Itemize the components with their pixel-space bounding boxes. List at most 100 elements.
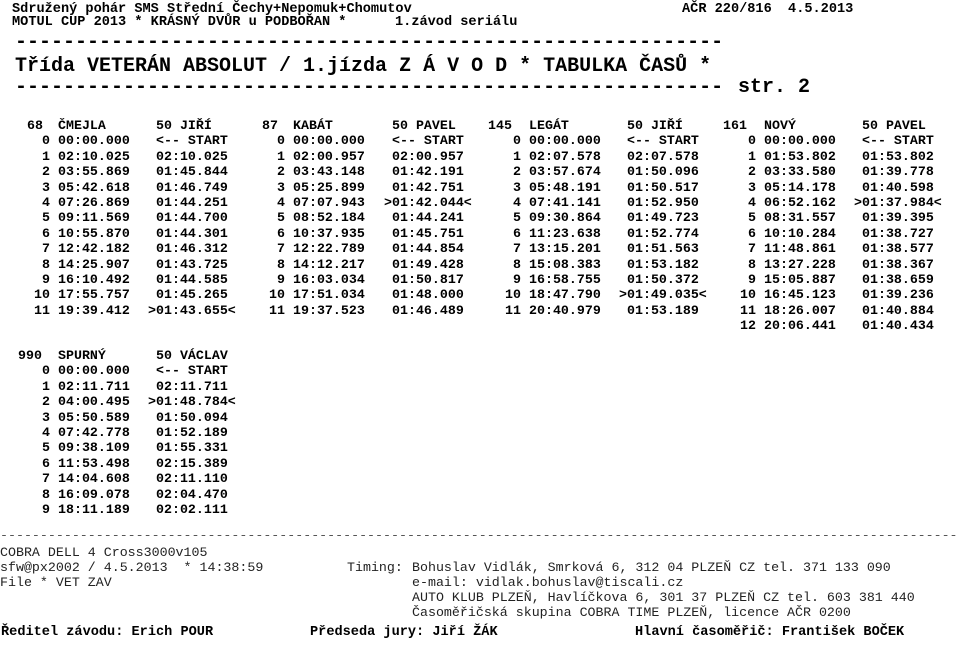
lap-number: 10 — [269, 287, 285, 303]
lap-number: 5 — [42, 440, 50, 456]
lap-time: 02:15.389 — [156, 455, 228, 471]
total-time: 07:26.869 — [58, 195, 130, 210]
lap-time: 01:40.434 — [862, 318, 934, 334]
lap-number: 6 — [513, 225, 521, 241]
start-number: 990 — [18, 348, 42, 363]
software-info: sfw@px2002 / 4.5.2013 * 14:38:59 — [0, 560, 264, 575]
lap-number: 9 — [42, 272, 50, 287]
lap-number: 0 — [513, 133, 521, 149]
lap-number: 7 — [42, 241, 50, 257]
lap-time: 01:53.182 — [627, 256, 699, 272]
lap-number: 0 — [42, 133, 50, 149]
lap-time: >01:48.784< — [148, 394, 236, 410]
lap-time: 01:40.884 — [862, 302, 934, 318]
total-time: 10:37.935 — [293, 225, 365, 241]
total-time: 00:00.000 — [293, 133, 365, 149]
total-time: 19:37.523 — [293, 302, 365, 318]
lap-number: 3 — [513, 179, 521, 195]
total-time: 08:52.184 — [293, 210, 365, 226]
lap-number: 8 — [513, 256, 521, 272]
total-time: 14:04.608 — [58, 471, 130, 487]
round-label: 1.závod seriálu — [395, 15, 518, 30]
total-time: 05:42.618 — [58, 179, 130, 195]
total-time: 03:57.674 — [529, 164, 601, 180]
total-time: 02:00.957 — [293, 148, 365, 164]
lap-number: 3 — [42, 409, 50, 425]
lap-time: 01:44.700 — [156, 210, 228, 226]
lap-number: 9 — [277, 272, 285, 287]
lap-time: 02:11.711 — [156, 378, 228, 394]
lap-time: 01:38.577 — [862, 241, 934, 257]
lap-time: 01:39.236 — [862, 287, 934, 303]
lap-number: 2 — [748, 164, 756, 180]
lap-time: 01:38.727 — [862, 225, 934, 241]
lap-number: 5 — [748, 210, 756, 226]
lap-time: 02:00.957 — [392, 148, 464, 164]
driver-surname: LEGÁT — [529, 118, 569, 133]
lap-time: <-- START — [392, 133, 464, 149]
total-time: 18:47.790 — [529, 287, 601, 303]
lap-time: 01:44.241 — [392, 210, 464, 226]
jury-chair: Předseda jury: Jiří ŽÁK — [310, 625, 498, 640]
start-number: 161 — [723, 118, 747, 133]
lap-number: 1 — [748, 148, 756, 164]
lap-number: 1 — [42, 378, 50, 394]
lap-number: 8 — [42, 256, 50, 272]
lap-time: 01:48.000 — [392, 287, 464, 303]
total-time: 03:55.869 — [58, 164, 130, 180]
lap-number: 1 — [513, 148, 521, 164]
race-director: Ředitel závodu: Erich POUR — [1, 625, 214, 640]
timing-system: COBRA DELL 4 Cross3000v105 — [0, 545, 208, 560]
total-time: 03:33.580 — [764, 164, 836, 180]
total-time: 02:10.025 — [58, 148, 130, 164]
lap-number: 5 — [42, 210, 50, 226]
total-time: 02:11.711 — [58, 378, 130, 394]
total-time: 07:42.778 — [58, 425, 130, 440]
lap-time: 01:44.251 — [156, 195, 228, 210]
total-time: 14:12.217 — [293, 256, 365, 272]
total-time: 12:22.789 — [293, 241, 365, 257]
lap-number: 10 — [505, 287, 521, 303]
lap-number: 6 — [42, 455, 50, 471]
total-time: 09:11.569 — [58, 210, 130, 226]
total-time: 15:08.383 — [529, 256, 601, 272]
lap-time: >01:49.035< — [619, 287, 707, 303]
total-time: 16:45.123 — [764, 287, 836, 303]
lap-number: 0 — [277, 133, 285, 149]
total-time: 18:11.189 — [58, 502, 130, 517]
driver-surname: KABÁT — [293, 118, 333, 133]
lap-number: 10 — [740, 287, 756, 303]
total-time: 17:55.757 — [58, 287, 130, 303]
lap-number: 2 — [42, 394, 50, 410]
start-number: 68 — [27, 118, 43, 133]
total-time: 11:23.638 — [529, 225, 601, 241]
total-time: 00:00.000 — [58, 363, 130, 379]
lap-time: 01:53.802 — [862, 148, 934, 164]
lap-number: 4 — [513, 195, 521, 210]
lap-time: 01:49.723 — [627, 210, 699, 226]
lap-time: 01:44.854 — [392, 241, 464, 257]
total-time: 05:25.899 — [293, 179, 365, 195]
driver-name: 50 JIŘÍ — [627, 118, 683, 133]
driver-surname: ČMEJLA — [58, 118, 106, 133]
driver-name: 50 PAVEL — [392, 118, 456, 133]
lap-time: 01:42.751 — [392, 179, 464, 195]
lap-number: 8 — [42, 486, 50, 502]
lap-number: 6 — [42, 225, 50, 241]
lap-time: 01:46.312 — [156, 241, 228, 257]
lap-time: 01:51.563 — [627, 241, 699, 257]
total-time: 19:39.412 — [58, 302, 130, 318]
total-time: 00:00.000 — [529, 133, 601, 149]
lap-number: 7 — [277, 241, 285, 257]
lap-number: 12 — [740, 318, 756, 334]
total-time: 06:52.162 — [764, 195, 836, 210]
footer-divider: ----------------------------------------… — [0, 528, 958, 543]
total-time: 03:43.148 — [293, 164, 365, 180]
lap-number: 6 — [748, 225, 756, 241]
lap-number: 0 — [748, 133, 756, 149]
timing-line: Bohuslav Vidlák, Smrková 6, 312 04 PLZEŇ… — [412, 560, 891, 575]
lap-time: 01:53.189 — [627, 302, 699, 318]
lap-time: <-- START — [156, 363, 228, 379]
lap-time: >01:43.655< — [148, 302, 236, 318]
total-time: 11:48.861 — [764, 241, 836, 257]
